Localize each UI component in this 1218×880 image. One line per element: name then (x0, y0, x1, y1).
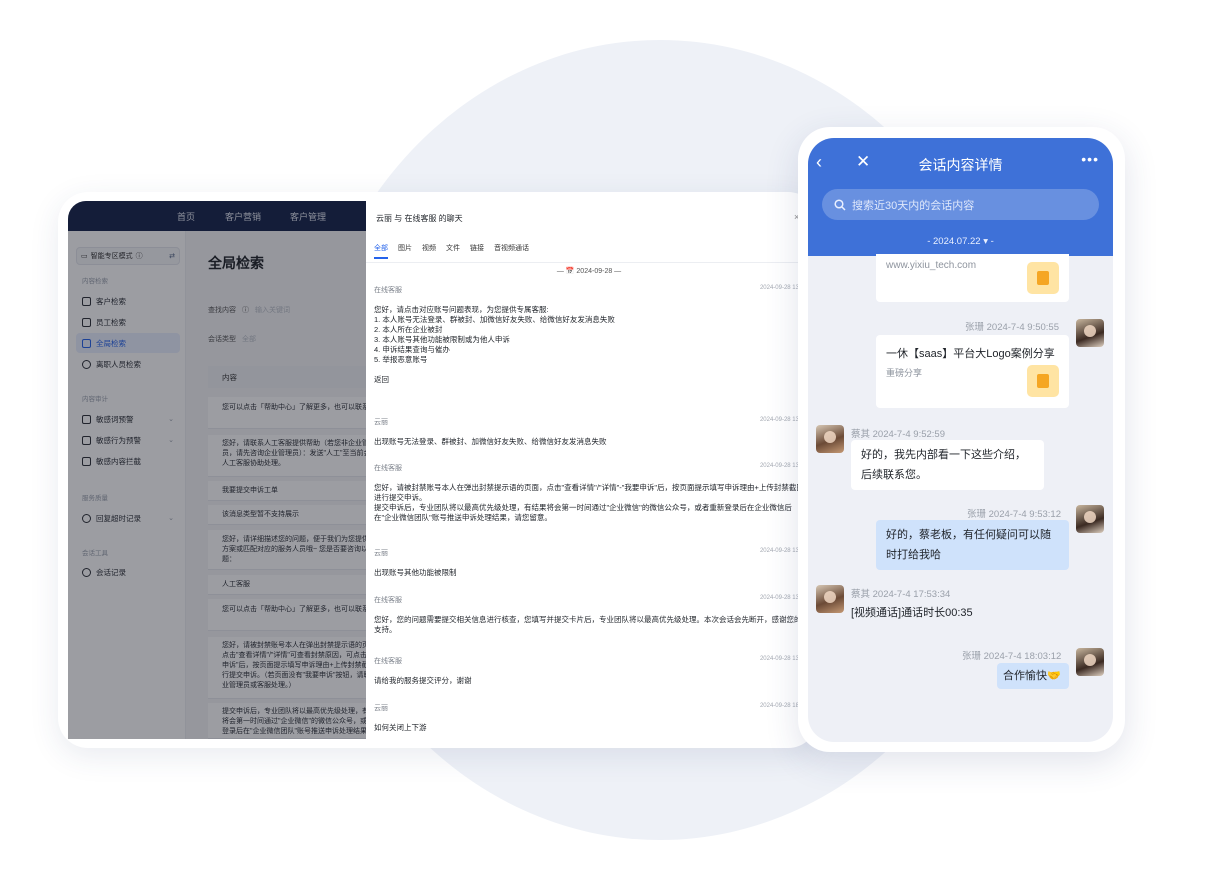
message-body: 如何关闭上下游 (374, 723, 427, 732)
phone-title: 会话内容详情 (918, 157, 1003, 173)
avatar[interactable] (1076, 319, 1104, 347)
search-input[interactable]: 搜索近30天内的会话内容 (822, 189, 1099, 220)
card-title: 一休【saas】平台大Logo案例分享 (886, 348, 1055, 360)
link-card[interactable]: www.yixiu_tech.com (876, 254, 1069, 302)
divider (366, 262, 812, 263)
message-meta: 张珊 2024-7-4 9:53:12 (967, 509, 1062, 520)
share-card[interactable]: 一休【saas】平台大Logo案例分享 重磅分享 (876, 335, 1069, 408)
chat-message: 在线客服 2024-09-28 13:4 您好，请被封禁账号本人在弹出封禁提示语… (374, 463, 804, 523)
message-body: 出现账号无法登录、群被封、加微信好友失败、给微信好友发消息失败 (374, 437, 607, 446)
search-icon (834, 198, 846, 211)
search-placeholder: 搜索近30天内的会话内容 (852, 199, 975, 212)
more-icon[interactable]: ••• (1081, 151, 1099, 167)
avatar[interactable] (816, 585, 844, 613)
document-icon (1027, 365, 1059, 397)
video-call-record: [视频通话]通话时长00:35 (851, 607, 973, 619)
modal-overlay[interactable] (68, 201, 366, 739)
phone-header: ‹ ✕ 会话内容详情 ••• 搜索近30天内的会话内容 - 2024.07.22… (808, 138, 1113, 256)
chat-message: 在线客服 2024-09-28 13:4 请给我的服务提交评分，谢谢 (374, 656, 804, 686)
chat-message: 云丽 2024-09-28 18:3 如何关闭上下游 (374, 703, 804, 733)
avatar[interactable] (816, 425, 844, 453)
message-sender: 云丽 (374, 419, 388, 426)
date-separator: — 📅 2024-09-28 — (556, 268, 622, 275)
message-sender: 云丽 (374, 550, 388, 557)
tab-images[interactable]: 图片 (398, 243, 412, 253)
chat-message: 云丽 2024-09-28 13:4 出现账号无法登录、群被封、加微信好友失败、… (374, 417, 804, 447)
message-body: 出现账号其他功能被限制 (374, 568, 457, 577)
message-body: 请给我的服务提交评分，谢谢 (374, 676, 472, 685)
tab-all[interactable]: 全部 (374, 243, 388, 259)
message-body: 您好，请点击对应账号问题表现，为您提供专属客服: 1. 本人账号无法登录、群被封… (374, 305, 615, 384)
avatar[interactable] (1076, 505, 1104, 533)
message-sender: 云丽 (374, 705, 388, 712)
tab-files[interactable]: 文件 (446, 243, 460, 253)
message-body: 您好，您的问题需要提交相关信息进行核查，您填写并提交卡片后，专业团队将以最高优先… (374, 615, 802, 634)
card-subtitle: 重磅分享 (886, 368, 923, 378)
avatar[interactable] (1076, 648, 1104, 676)
message-bubble: 好的，我先内部看一下这些介绍，后续联系您。 (851, 440, 1044, 490)
message-sender: 在线客服 (374, 465, 402, 472)
tab-videos[interactable]: 视频 (422, 243, 436, 253)
chat-message: 云丽 2024-09-28 13:4 出现账号其他功能被限制 (374, 548, 804, 578)
chat-panel: 云丽 与 在线客服 的聊天 × 全部 图片 视频 文件 链接 音视频通话 — 📅… (366, 201, 812, 739)
message-meta: 蔡其 2024-7-4 9:52:59 (851, 429, 946, 440)
message-bubble: 好的，蔡老板，有任何疑问可以随时打给我哈 (876, 520, 1069, 570)
document-icon (1027, 262, 1059, 294)
tab-av-calls[interactable]: 音视频通话 (494, 243, 529, 253)
chat-message: 在线客服 2024-09-28 13:4 您好，请点击对应账号问题表现，为您提供… (374, 285, 804, 385)
date-picker[interactable]: - 2024.07.22 ▾ - (808, 236, 1113, 247)
message-bubble: 合作愉快🤝 (997, 663, 1069, 689)
message-meta: 张珊 2024-7-4 18:03:12 (962, 651, 1062, 662)
chat-tabs: 全部 图片 视频 文件 链接 音视频通话 (374, 243, 529, 259)
message-meta: 蔡其 2024-7-4 17:53:34 (851, 589, 951, 600)
chat-message: 在线客服 2024-09-28 13:4 您好，您的问题需要提交相关信息进行核查… (374, 595, 804, 635)
message-sender: 在线客服 (374, 658, 402, 665)
phone-screen: ‹ ✕ 会话内容详情 ••• 搜索近30天内的会话内容 - 2024.07.22… (808, 138, 1113, 742)
chat-title: 云丽 与 在线客服 的聊天 (376, 214, 463, 223)
message-body: 您好，请被封禁账号本人在弹出封禁提示语的页面，点击"查看详情"/"详情"-"我要… (374, 483, 804, 522)
tab-links[interactable]: 链接 (470, 243, 484, 253)
card-url: www.yixiu_tech.com (886, 260, 977, 271)
message-sender: 在线客服 (374, 597, 402, 604)
message-meta: 张珊 2024-7-4 9:50:55 (965, 322, 1060, 333)
message-sender: 在线客服 (374, 287, 402, 294)
